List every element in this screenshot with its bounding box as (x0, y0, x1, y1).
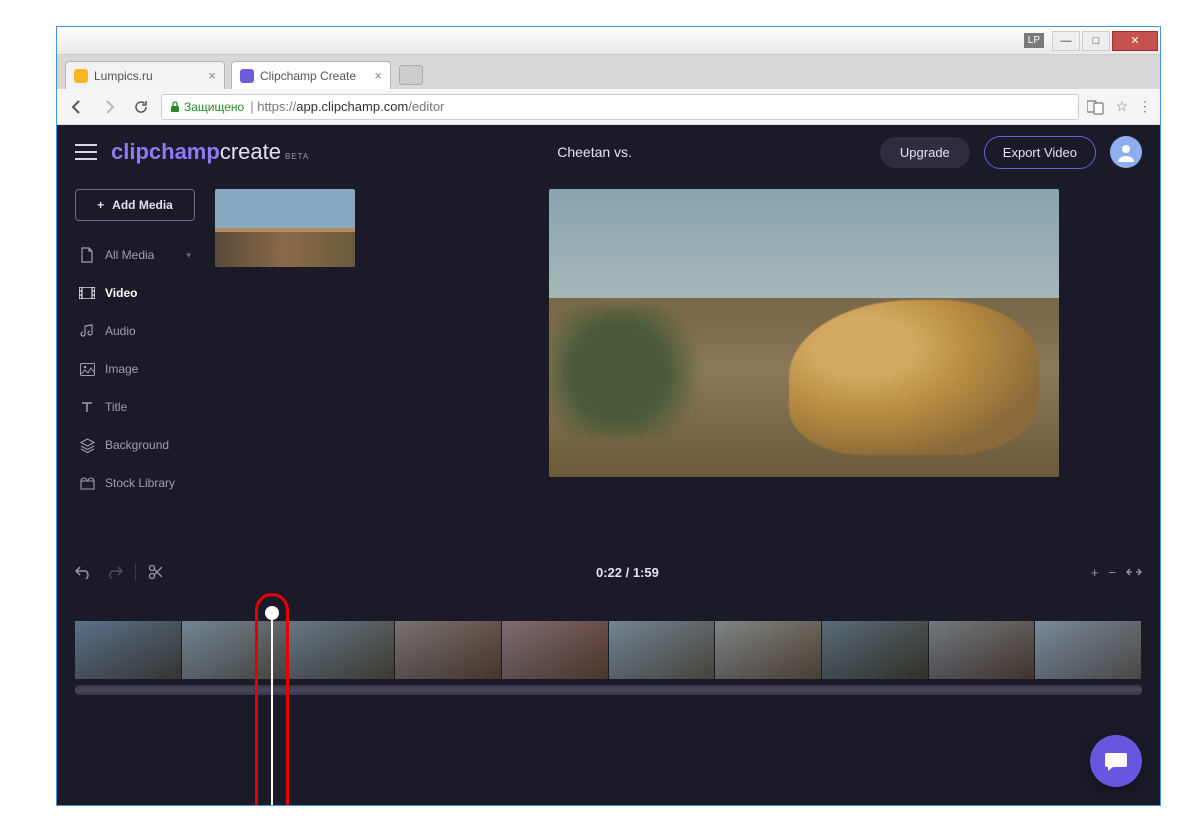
sidebar-item-label: All Media (105, 248, 154, 262)
redo-button[interactable] (105, 565, 123, 579)
new-tab-button[interactable] (399, 65, 423, 85)
zoom-out-button[interactable]: − (1108, 565, 1116, 580)
lock-icon (170, 101, 180, 113)
favicon-icon (74, 69, 88, 83)
project-title[interactable]: Cheetan vs. (323, 144, 866, 160)
timeline-clips[interactable] (75, 621, 1142, 679)
browser-window: LP — □ ✕ Lumpics.ru × Clipchamp Create × (56, 26, 1161, 806)
file-icon (79, 247, 95, 263)
window-maximize-button[interactable]: □ (1082, 31, 1110, 51)
url-input[interactable]: Защищено | https:// app.clipchamp.com /e… (161, 94, 1079, 120)
sidebar-item-label: Background (105, 438, 169, 452)
divider (135, 563, 136, 581)
playhead-knob-icon[interactable] (265, 606, 279, 620)
audio-icon (79, 323, 95, 339)
sidebar-item-image[interactable]: Image (75, 353, 195, 385)
chevron-down-icon: ▾ (186, 250, 191, 261)
image-icon (79, 361, 95, 377)
url-path: /editor (408, 99, 444, 114)
undo-button[interactable] (75, 565, 93, 579)
playhead-line (271, 620, 273, 805)
avatar[interactable] (1110, 136, 1142, 168)
media-thumbnail[interactable] (215, 189, 355, 267)
upgrade-button[interactable]: Upgrade (880, 137, 970, 168)
sidebar-item-label: Video (105, 286, 137, 300)
menu-button[interactable] (75, 144, 97, 160)
main-area: + Add Media All Media ▾ Video Audio (57, 179, 1160, 555)
timeline-track-area[interactable] (75, 613, 1142, 793)
media-pane (215, 189, 1142, 555)
timeline-clip[interactable] (609, 621, 716, 679)
url-host: app.clipchamp.com (296, 99, 408, 114)
app-header: clipchampcreateBETA Cheetan vs. Upgrade … (57, 125, 1160, 179)
sidebar-item-background[interactable]: Background (75, 429, 195, 461)
clipchamp-app: clipchampcreateBETA Cheetan vs. Upgrade … (57, 125, 1160, 805)
forward-button[interactable] (97, 95, 121, 119)
timeline-section: 0:22 / 1:59 + − (57, 555, 1160, 805)
timeline-clip[interactable] (1035, 621, 1142, 679)
timeline-scrollbar[interactable] (75, 685, 1142, 695)
stock-icon (79, 475, 95, 491)
preview-pane (465, 189, 1142, 555)
sidebar-item-all-media[interactable]: All Media ▾ (75, 239, 195, 271)
sidebar: + Add Media All Media ▾ Video Audio (75, 189, 195, 555)
browser-tab-clipchamp[interactable]: Clipchamp Create × (231, 61, 391, 89)
time-display: 0:22 / 1:59 (596, 565, 659, 580)
tab-close-icon[interactable]: × (208, 68, 216, 83)
star-icon[interactable]: ☆ (1115, 98, 1128, 115)
tab-label: Clipchamp Create (260, 69, 356, 83)
sidebar-item-label: Title (105, 400, 127, 414)
sidebar-item-video[interactable]: Video (75, 277, 195, 309)
fit-button[interactable] (1126, 566, 1142, 578)
menu-icon[interactable]: ⋮ (1138, 98, 1152, 115)
chat-icon (1104, 750, 1128, 772)
translate-icon[interactable] (1087, 99, 1105, 115)
window-minimize-button[interactable]: — (1052, 31, 1080, 51)
playhead-highlight[interactable] (255, 593, 289, 805)
url-protocol: https:// (257, 99, 296, 114)
address-bar: Защищено | https:// app.clipchamp.com /e… (57, 89, 1160, 125)
timeline-clip[interactable] (929, 621, 1036, 679)
timeline-clip[interactable] (395, 621, 502, 679)
export-video-button[interactable]: Export Video (984, 136, 1096, 169)
profile-badge: LP (1024, 33, 1044, 48)
window-titlebar: LP — □ ✕ (57, 27, 1160, 55)
sidebar-item-stock[interactable]: Stock Library (75, 467, 195, 499)
title-icon (79, 399, 95, 415)
add-media-button[interactable]: + Add Media (75, 189, 195, 221)
app-logo: clipchampcreateBETA (111, 139, 309, 165)
media-grid (215, 189, 435, 555)
tab-label: Lumpics.ru (94, 69, 153, 83)
chat-button[interactable] (1090, 735, 1142, 787)
zoom-in-button[interactable]: + (1091, 565, 1099, 580)
secure-indicator: Защищено (170, 100, 244, 114)
favicon-icon (240, 69, 254, 83)
reload-button[interactable] (129, 95, 153, 119)
plus-icon: + (97, 198, 104, 212)
timeline-clip[interactable] (502, 621, 609, 679)
video-preview[interactable] (549, 189, 1059, 477)
timeline-clip[interactable] (288, 621, 395, 679)
timeline-clip[interactable] (822, 621, 929, 679)
sidebar-item-title[interactable]: Title (75, 391, 195, 423)
split-button[interactable] (148, 564, 164, 580)
back-button[interactable] (65, 95, 89, 119)
video-icon (79, 285, 95, 301)
sidebar-item-label: Audio (105, 324, 136, 338)
window-close-button[interactable]: ✕ (1112, 31, 1158, 51)
sidebar-item-label: Stock Library (105, 476, 175, 490)
user-icon (1116, 142, 1136, 162)
layers-icon (79, 437, 95, 453)
timeline-clip[interactable] (715, 621, 822, 679)
timeline-toolbar: 0:22 / 1:59 + − (75, 555, 1142, 589)
sidebar-item-audio[interactable]: Audio (75, 315, 195, 347)
tab-close-icon[interactable]: × (374, 68, 382, 83)
sidebar-item-label: Image (105, 362, 138, 376)
browser-tabstrip: Lumpics.ru × Clipchamp Create × (57, 55, 1160, 89)
timeline-clip[interactable] (75, 621, 182, 679)
browser-tab-lumpics[interactable]: Lumpics.ru × (65, 61, 225, 89)
address-bar-actions: ☆ ⋮ (1087, 98, 1152, 115)
